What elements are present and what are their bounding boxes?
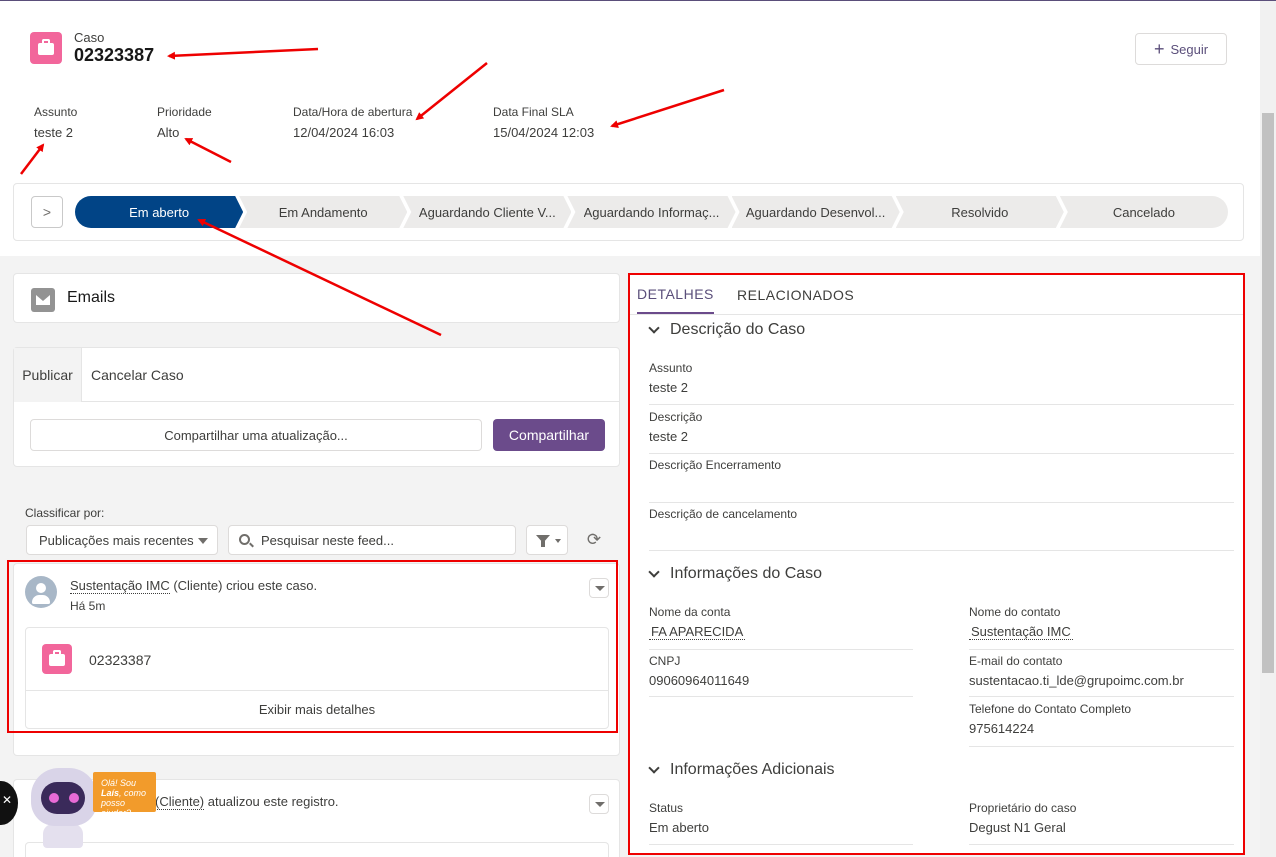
field-telefone-contato: Telefone do Contato Completo 975614224: [969, 702, 1234, 747]
caret-down-icon: [198, 538, 208, 544]
field-descricao: Descrição teste 2: [649, 410, 1234, 454]
feed-search-input[interactable]: Pesquisar neste feed...: [228, 525, 516, 555]
chevron-down-icon: [648, 566, 660, 578]
highlight-field-abertura: Data/Hora de abertura 12/04/2024 16:03: [293, 105, 412, 140]
field-proprietario: Proprietário do caso Degust N1 Geral: [969, 801, 1234, 845]
chatbot-greeting-bubble[interactable]: Olá! Sou Laís, como posso ajudar?: [93, 772, 156, 818]
path-stages: Em aberto Em Andamento Aguardando Client…: [75, 196, 1228, 228]
chatbot-avatar[interactable]: [27, 766, 103, 848]
publisher-tabs: Publicar Cancelar Caso: [14, 348, 619, 402]
case-number-title: 02323387: [74, 45, 155, 65]
refresh-button[interactable]: ⟳: [580, 525, 608, 555]
details-tabs: DETALHES RELACIONADOS: [630, 275, 1243, 315]
path-stage-em-aberto[interactable]: Em aberto: [75, 196, 243, 228]
tab-cancelar-caso[interactable]: Cancelar Caso: [91, 348, 184, 402]
contact-link[interactable]: Sustentação IMC: [969, 624, 1073, 640]
field-value: 15/04/2024 12:03: [493, 125, 595, 140]
chevron-down-icon: [648, 322, 660, 334]
field-email-contato: E-mail do contato sustentacao.ti_lde@gru…: [969, 654, 1234, 697]
follow-label: Seguir: [1170, 41, 1209, 57]
path-stage-aguardando-informacao[interactable]: Aguardando Informaç...: [567, 196, 735, 228]
object-type-label: Caso: [74, 30, 105, 45]
field-descricao-encerramento: Descrição Encerramento: [649, 458, 1234, 503]
chevron-down-icon: [648, 762, 660, 774]
field-status: Status Em aberto: [649, 801, 913, 845]
path-stage-em-andamento[interactable]: Em Andamento: [239, 196, 407, 228]
highlight-field-sla: Data Final SLA 15/04/2024 12:03: [493, 105, 594, 140]
page-scrollbar[interactable]: [1260, 1, 1276, 857]
feed-item-header: C (Cliente) atualizou este registro.: [142, 794, 339, 810]
feed-search-placeholder: Pesquisar neste feed...: [261, 532, 394, 548]
details-panel: DETALHES RELACIONADOS Descrição do Caso …: [628, 273, 1245, 855]
chatter-publisher: Publicar Cancelar Caso Compartilhar uma …: [13, 347, 620, 467]
highlight-field-prioridade: Prioridade Alto: [157, 105, 212, 140]
refresh-icon: ⟳: [586, 530, 602, 549]
feed-record-preview: [25, 842, 609, 857]
field-label: Data/Hora de abertura: [293, 105, 413, 119]
share-update-input[interactable]: Compartilhar uma atualização...: [30, 419, 482, 451]
path-stage-aguardando-desenvolvimento[interactable]: Aguardando Desenvol...: [732, 196, 900, 228]
scrollbar-thumb[interactable]: [1262, 113, 1274, 673]
path-stage-resolvido[interactable]: Resolvido: [896, 196, 1064, 228]
section-descricao-toggle[interactable]: Descrição do Caso: [648, 321, 805, 339]
field-value: Alto: [157, 125, 180, 140]
search-icon: [239, 534, 250, 545]
tab-detalhes[interactable]: DETALHES: [637, 275, 714, 314]
annotation-box-feed-item: [7, 560, 618, 733]
field-value: 12/04/2024 16:03: [293, 125, 395, 140]
status-path: > Em aberto Em Andamento Aguardando Clie…: [13, 183, 1244, 241]
field-cnpj: CNPJ 09060964011649: [649, 654, 913, 697]
email-icon: [31, 288, 55, 312]
section-informacoes-toggle[interactable]: Informações do Caso: [648, 565, 822, 583]
plus-icon: +: [1153, 39, 1165, 59]
field-descricao-cancelamento: Descrição de cancelamento: [649, 507, 1234, 551]
feed-filter-button[interactable]: [526, 525, 568, 555]
sort-value: Publicações mais recentes: [39, 532, 194, 548]
feed-item-menu-button[interactable]: [589, 794, 609, 814]
field-nome-da-conta: Nome da conta FA APARECIDA: [649, 605, 913, 650]
tab-relacionados[interactable]: RELACIONADOS: [737, 275, 854, 315]
path-stage-aguardando-cliente[interactable]: Aguardando Cliente V...: [403, 196, 571, 228]
section-adicionais-toggle[interactable]: Informações Adicionais: [648, 761, 835, 779]
field-label: Assunto: [34, 105, 78, 119]
section-title: Informações Adicionais: [670, 761, 835, 778]
share-button[interactable]: Compartilhar: [493, 419, 605, 451]
field-assunto: Assunto teste 2: [649, 361, 1234, 405]
emails-card: Emails: [13, 273, 620, 323]
field-label: Prioridade: [157, 105, 212, 119]
case-briefcase-icon: [30, 32, 62, 64]
chevron-down-icon: [555, 539, 561, 543]
path-expand-button[interactable]: >: [31, 196, 63, 228]
highlight-field-assunto: Assunto teste 2: [34, 105, 77, 140]
field-value: teste 2: [34, 125, 74, 140]
field-label: Data Final SLA: [493, 105, 574, 119]
follow-button[interactable]: + Seguir: [1135, 33, 1227, 65]
account-link[interactable]: FA APARECIDA: [649, 624, 746, 640]
path-stage-cancelado[interactable]: Cancelado: [1059, 196, 1228, 228]
section-title: Informações do Caso: [670, 565, 823, 582]
tab-publicar[interactable]: Publicar: [14, 348, 82, 402]
field-nome-do-contato: Nome do contato Sustentação IMC: [969, 605, 1234, 650]
section-title: Descrição do Caso: [670, 321, 806, 338]
emails-title[interactable]: Emails: [67, 289, 115, 307]
sort-label: Classificar por:: [25, 506, 105, 520]
sort-select[interactable]: Publicações mais recentes: [26, 525, 218, 555]
chevron-right-icon: >: [42, 204, 52, 220]
